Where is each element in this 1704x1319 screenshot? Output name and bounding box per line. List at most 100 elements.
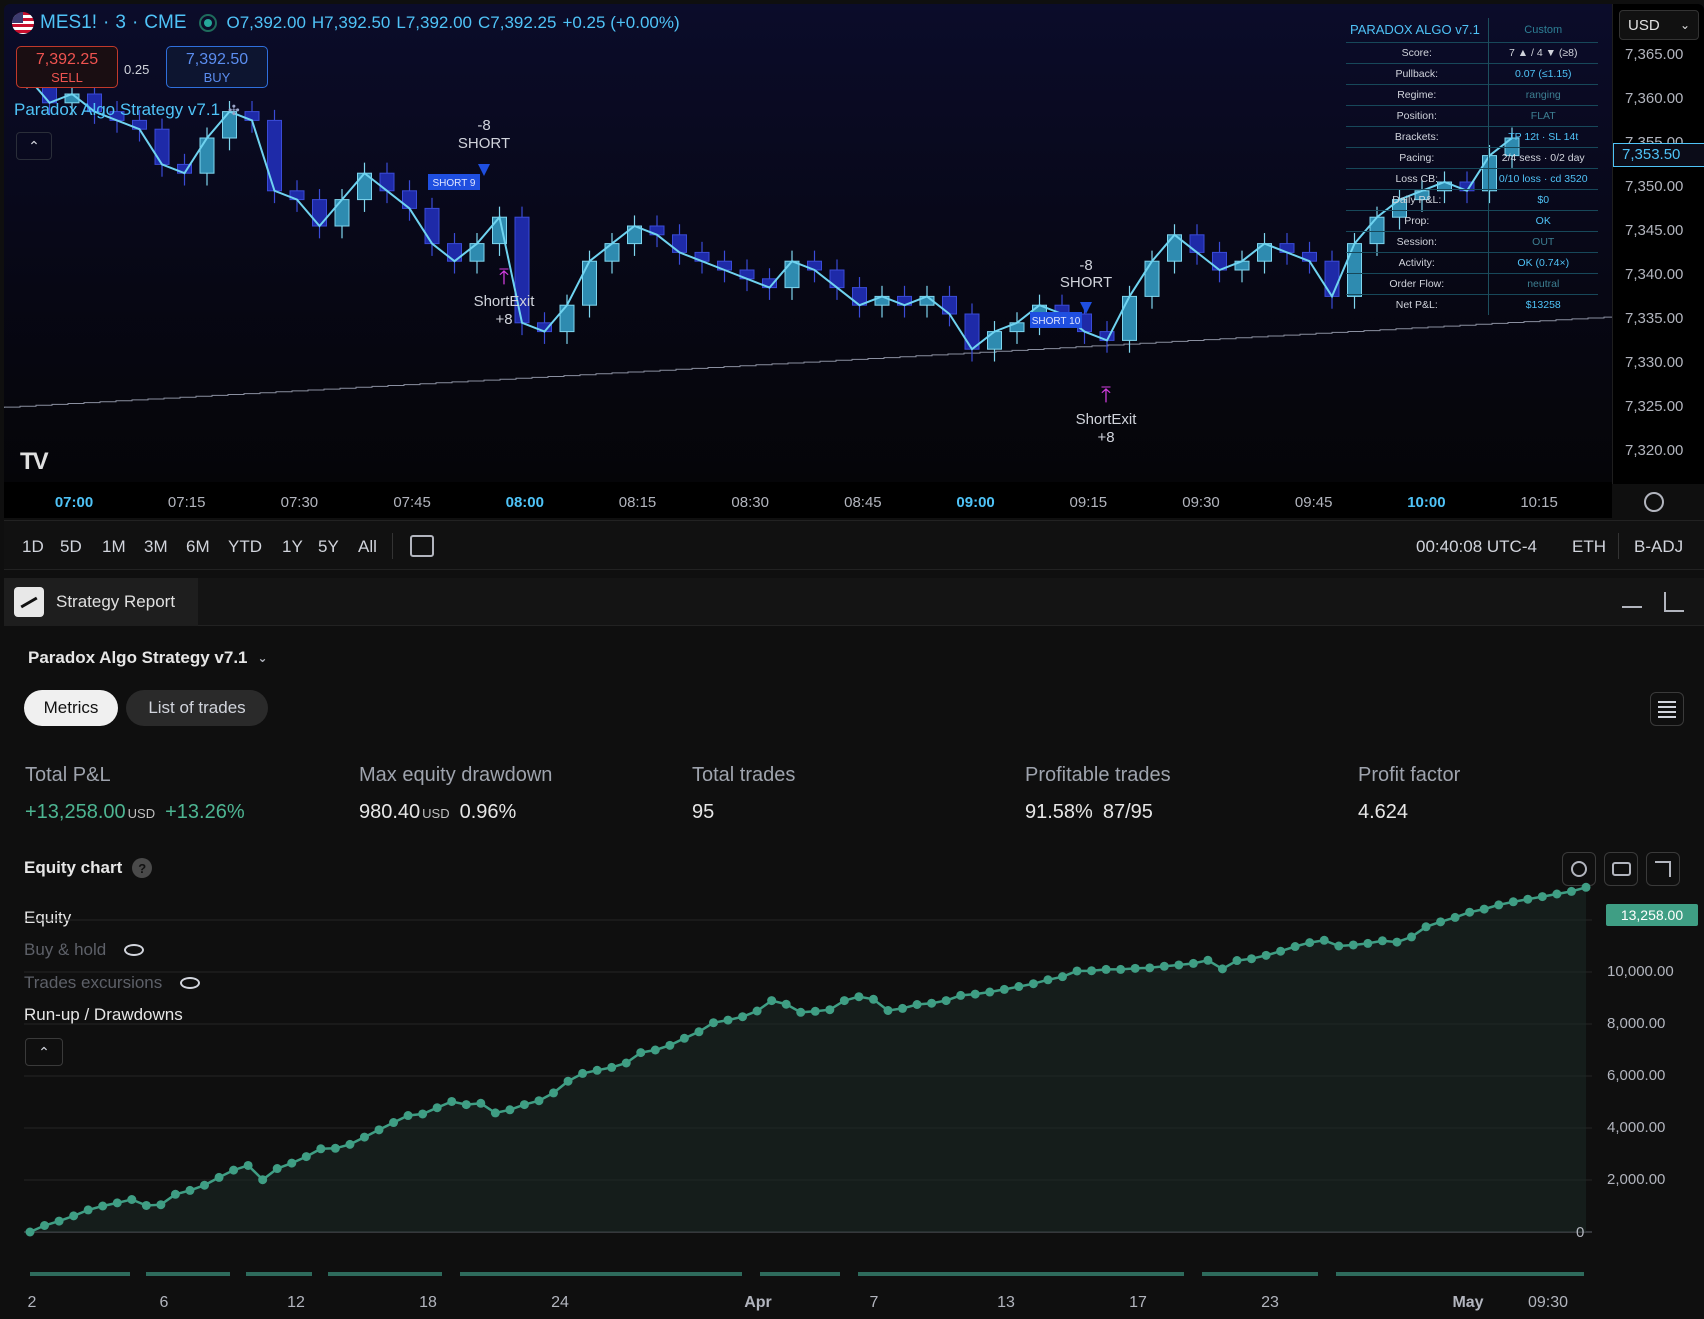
strategy-selector[interactable]: Paradox Algo Strategy v7.1 ⌄ — [28, 648, 268, 668]
equity-y-tick: 6,000.00 — [1607, 1067, 1666, 1084]
info-key: Pacing: — [1346, 146, 1489, 168]
minimize-panel-icon[interactable] — [1622, 606, 1642, 608]
strategy-selector-label: Paradox Algo Strategy v7.1 — [28, 648, 248, 667]
camera-icon — [1612, 862, 1631, 876]
metric-total-trades: Total trades 95 — [692, 764, 795, 824]
metric-unit: USD — [422, 806, 450, 821]
info-value: 0/10 loss · cd 3520 — [1488, 167, 1598, 189]
currency-selector[interactable]: USD ⌄ — [1619, 10, 1699, 40]
adjustment-button[interactable]: B-ADJ — [1634, 537, 1683, 557]
legend-trades-excursions[interactable]: Trades excursions — [24, 973, 201, 993]
signal-quantity: -8 — [1079, 257, 1092, 274]
range-button-5y[interactable]: 5Y — [318, 537, 339, 557]
session-type-button[interactable]: ETH — [1572, 537, 1606, 557]
sell-label: SELL — [51, 70, 83, 85]
range-button-1d[interactable]: 1D — [22, 537, 44, 557]
time-tick: 09:00 — [956, 494, 995, 511]
range-toolbar: 1D 5D 1M 3M 6M YTD 1Y 5Y All 00:40:08 UTC-4 ETH … — [4, 520, 1704, 570]
range-button-6m[interactable]: 6M — [186, 537, 210, 557]
range-button-all[interactable]: All — [358, 537, 377, 557]
info-value: neutral — [1488, 272, 1598, 294]
list-of-trades-tab[interactable]: List of trades — [126, 690, 268, 726]
report-tab-strip: Strategy Report — [4, 578, 1704, 626]
exit-arrow-icon: ⤒ — [499, 264, 509, 289]
price-axis[interactable]: USD ⌄ 7,365.007,360.007,355.007,350.007,… — [1612, 4, 1704, 484]
equity-x-tick: 18 — [419, 1294, 437, 1311]
time-tick: 09:45 — [1294, 494, 1333, 511]
current-price-label: 7,353.50 — [1613, 143, 1704, 167]
equity-chart-title: Equity chart ? — [24, 858, 153, 878]
metric-value: 4.624 — [1358, 801, 1409, 823]
legend-equity[interactable]: Equity — [24, 908, 71, 928]
legend-label: Run-up / Drawdowns — [24, 1005, 183, 1024]
metrics-tab[interactable]: Metrics — [24, 690, 118, 726]
info-table-row: Net P&L: $13258 — [1346, 293, 1598, 315]
price-tick: 7,365.00 — [1625, 46, 1684, 63]
time-axis[interactable]: 07:00 07:15 07:30 07:45 08:00 08:15 08:30 08:45… — [4, 482, 1612, 518]
date-range-calendar-icon[interactable] — [410, 535, 434, 557]
time-tick: 07:45 — [393, 494, 431, 511]
tradingview-logo[interactable]: TV — [20, 448, 49, 476]
current-price-value: 7,353.50 — [1622, 146, 1681, 163]
expand-icon — [1655, 861, 1671, 877]
layout-menu-icon[interactable] — [1650, 692, 1684, 726]
metric-max-drawdown: Max equity drawdown 980.40 USD 0.96% — [359, 764, 552, 824]
equity-settings-button[interactable] — [1562, 852, 1596, 886]
strategy-report-icon — [14, 587, 44, 617]
time-tick: 08:00 — [505, 494, 544, 511]
range-button-1y[interactable]: 1Y — [282, 537, 303, 557]
chart-settings-icon[interactable] — [1644, 492, 1664, 512]
equity-y-tick: 8,000.00 — [1607, 1015, 1666, 1032]
range-button-ytd[interactable]: YTD — [228, 537, 262, 557]
metric-label: Profitable trades — [1025, 764, 1171, 786]
metric-label: Total P&L — [25, 764, 111, 786]
info-key: Brackets: — [1346, 125, 1489, 147]
time-tick: 08:15 — [618, 494, 657, 511]
time-tick: 10:00 — [1407, 494, 1446, 511]
range-button-1m[interactable]: 1M — [102, 537, 126, 557]
legend-runup-drawdowns[interactable]: Run-up / Drawdowns — [24, 1005, 183, 1025]
range-button-5d[interactable]: 5D — [60, 537, 82, 557]
signal-direction: SHORT — [458, 135, 510, 152]
candle — [154, 128, 170, 165]
spread-value: 0.25 — [124, 62, 150, 77]
equity-x-tick: 6 — [159, 1294, 169, 1311]
collapse-legend-button[interactable]: ⌃ — [25, 1038, 63, 1066]
equity-x-tick: 12 — [287, 1294, 305, 1311]
maximize-panel-icon[interactable] — [1664, 592, 1684, 612]
price-chart-pane[interactable]: -8 SHORT SHORT 9 -8 SHORT SHORT 10 ShortExit +8… — [4, 4, 1704, 484]
equity-x-tick: May — [1452, 1294, 1484, 1311]
equity-snapshot-button[interactable] — [1604, 852, 1638, 886]
sell-button[interactable]: 7,392.25 SELL — [16, 46, 118, 88]
time-tick: 07:15 — [167, 494, 206, 511]
list-of-trades-tab-label: List of trades — [148, 698, 246, 717]
strategy-report-tab[interactable]: Strategy Report — [4, 578, 198, 626]
equity-fullscreen-button[interactable] — [1646, 852, 1680, 886]
info-value: ranging — [1488, 83, 1598, 105]
equity-x-tick: 7 — [869, 1294, 879, 1311]
range-button-3m[interactable]: 3M — [144, 537, 168, 557]
candle — [964, 313, 980, 350]
eye-off-icon[interactable] — [180, 977, 201, 989]
session-clock[interactable]: 00:40:08 UTC-4 — [1416, 537, 1537, 557]
collapse-legend-button[interactable]: ⌃ — [16, 132, 52, 160]
indicator-settings-icon[interactable]: ✣ — [228, 102, 240, 119]
signal-quantity: -8 — [477, 117, 490, 134]
legend-buy-hold[interactable]: Buy & hold — [24, 940, 145, 960]
symbol-interval[interactable]: 3 — [115, 12, 126, 34]
time-tick: 09:15 — [1069, 494, 1108, 511]
info-table-row: Prop: OK — [1346, 209, 1598, 231]
candle — [582, 260, 597, 306]
metric-extra: 87/95 — [1102, 801, 1153, 823]
info-value: 0.07 (≤1.15) — [1488, 62, 1598, 84]
eye-off-icon[interactable] — [124, 944, 145, 956]
time-tick: 08:45 — [844, 494, 882, 511]
price-tick: 7,335.00 — [1625, 310, 1684, 327]
ohlc-open: O7,392.00 — [226, 13, 306, 32]
help-icon[interactable]: ? — [132, 858, 153, 878]
candle — [1324, 260, 1340, 297]
indicator-name[interactable]: Paradox Algo Strategy v7.1 — [14, 100, 220, 120]
symbol-name[interactable]: MES1! — [40, 12, 97, 34]
indicator-legend[interactable]: Paradox Algo Strategy v7.1 ✣ — [14, 100, 240, 120]
buy-button[interactable]: 7,392.50 BUY — [166, 46, 268, 88]
